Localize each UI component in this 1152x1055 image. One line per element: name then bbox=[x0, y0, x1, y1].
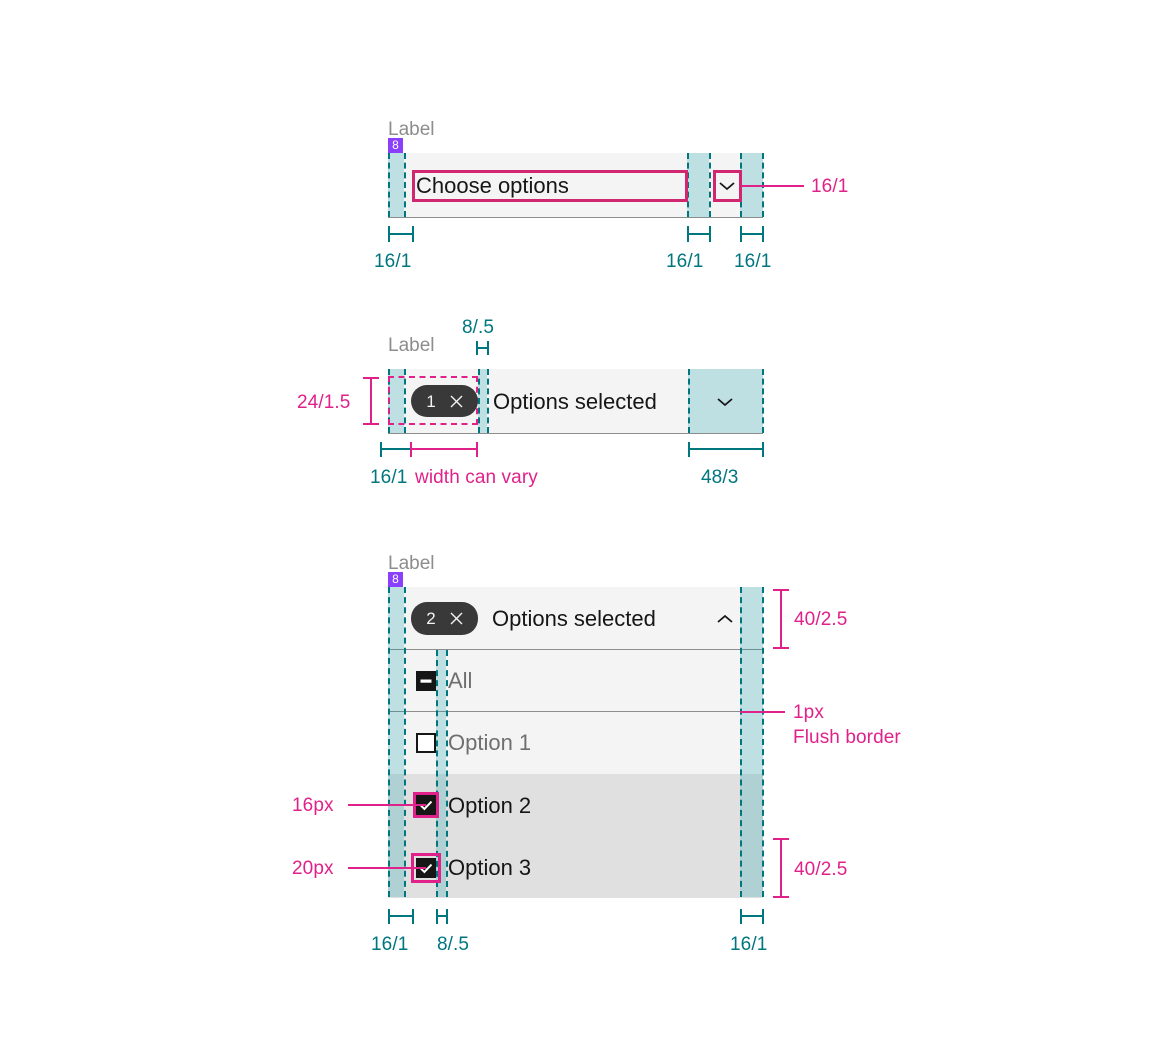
close-icon[interactable] bbox=[450, 395, 463, 408]
measure-label-gap-3: 8/.5 bbox=[437, 934, 470, 955]
chevron-up-icon[interactable] bbox=[714, 609, 736, 629]
checkbox-indeterminate-icon[interactable] bbox=[416, 671, 436, 691]
spacing-band-left bbox=[388, 153, 404, 217]
measure-label-left-2: 16/1 bbox=[370, 467, 408, 488]
measure-label-right-3: 16/1 bbox=[730, 934, 768, 955]
selection-tag[interactable]: 1 bbox=[411, 385, 478, 417]
callout-label-20px: 20px bbox=[292, 858, 334, 879]
measure-bar bbox=[740, 233, 764, 235]
measure-bar bbox=[740, 915, 764, 917]
guide-line bbox=[388, 587, 390, 897]
callout-leader bbox=[348, 804, 426, 806]
measure-bar bbox=[410, 448, 478, 450]
measure-label-left-3: 16/1 bbox=[371, 934, 409, 955]
measure-bar bbox=[388, 233, 414, 235]
chevron-down-icon[interactable] bbox=[716, 176, 738, 196]
measure-bar bbox=[370, 377, 372, 425]
measure-label-mid: 16/1 bbox=[666, 251, 704, 272]
measure-cap bbox=[762, 909, 764, 924]
measure-label-gap-top: 8/.5 bbox=[462, 317, 495, 338]
measure-cap bbox=[762, 442, 764, 457]
guide-line bbox=[762, 369, 764, 433]
option-label: Option 2 bbox=[448, 793, 532, 818]
guide-line bbox=[688, 369, 690, 433]
checkbox-unchecked-icon[interactable] bbox=[416, 733, 436, 753]
measure-bar bbox=[687, 233, 711, 235]
field-label-2: Label bbox=[388, 335, 435, 356]
guide-line bbox=[404, 153, 406, 217]
measure-cap bbox=[487, 341, 489, 355]
spacing-band-right bbox=[740, 587, 763, 897]
measure-bar bbox=[380, 448, 412, 450]
dropdown-value-text: Options selected bbox=[492, 606, 656, 631]
guide-line bbox=[388, 153, 390, 217]
guide-line bbox=[740, 587, 742, 897]
measure-label-right-2: 48/3 bbox=[701, 467, 739, 488]
measure-cap bbox=[412, 909, 414, 924]
guide-line bbox=[709, 153, 711, 217]
spacing-badge-8: 8 bbox=[388, 572, 403, 587]
selection-tag[interactable]: 2 bbox=[411, 602, 478, 635]
measure-label-left: 16/1 bbox=[374, 251, 412, 272]
dropdown-value-text: Options selected bbox=[493, 389, 657, 414]
measure-bar bbox=[388, 915, 414, 917]
spacing-badge-8: 8 bbox=[388, 138, 403, 153]
measure-cap bbox=[773, 647, 789, 649]
measure-bar bbox=[780, 589, 782, 649]
callout-label-16px: 16px bbox=[292, 795, 334, 816]
close-icon[interactable] bbox=[450, 612, 463, 625]
measure-label-tag-height: 24/1.5 bbox=[297, 392, 351, 413]
measure-label-right: 16/1 bbox=[734, 251, 772, 272]
spacing-band-mid bbox=[687, 153, 709, 217]
measure-cap bbox=[476, 442, 478, 457]
measure-cap bbox=[363, 423, 379, 425]
measure-label-header-height: 40/2.5 bbox=[794, 609, 848, 630]
selection-tag-count: 1 bbox=[426, 391, 436, 411]
selection-tag-count: 2 bbox=[426, 609, 436, 628]
callout-label-right: 16/1 bbox=[811, 176, 849, 197]
measure-bar bbox=[688, 448, 764, 450]
callout-leader bbox=[348, 867, 426, 869]
spacing-band-left bbox=[388, 587, 404, 897]
measure-cap bbox=[446, 909, 448, 924]
measure-label-row-height: 40/2.5 bbox=[794, 859, 848, 880]
spec-canvas: Label 8 Choose options 16/1 16/1 16/1 16… bbox=[0, 0, 1152, 1055]
measure-cap bbox=[773, 896, 789, 898]
measure-cap bbox=[762, 226, 764, 242]
callout-label-border-note: Flush border bbox=[793, 727, 901, 748]
callout-leader bbox=[740, 711, 785, 713]
guide-line bbox=[478, 369, 480, 433]
guide-line bbox=[762, 587, 764, 897]
measure-bar bbox=[780, 838, 782, 898]
guide-line bbox=[404, 587, 406, 897]
chevron-down-icon[interactable] bbox=[714, 392, 736, 412]
dropdown-placeholder: Choose options bbox=[416, 173, 569, 198]
guide-line bbox=[487, 369, 489, 433]
measure-cap bbox=[412, 226, 414, 242]
option-label: Option 3 bbox=[448, 855, 532, 880]
callout-label-border-width: 1px bbox=[793, 702, 824, 723]
callout-leader bbox=[742, 185, 804, 187]
measure-label-width-vary: width can vary bbox=[415, 467, 538, 488]
option-label: Option 1 bbox=[448, 730, 532, 755]
option-label: All bbox=[448, 668, 473, 693]
measure-cap bbox=[709, 226, 711, 242]
